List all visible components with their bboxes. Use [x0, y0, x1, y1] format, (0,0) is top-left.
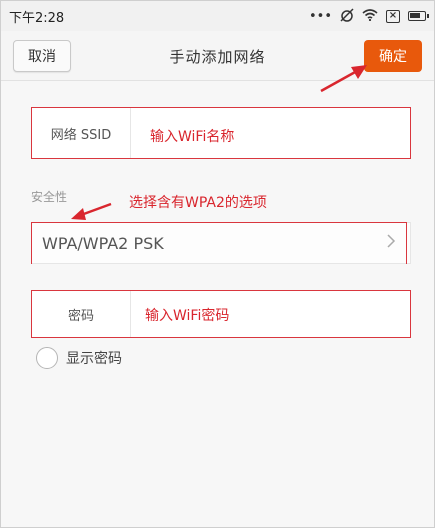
- confirm-button[interactable]: 确定: [364, 40, 422, 72]
- more-dots-icon: •••: [308, 8, 332, 24]
- security-value: WPA/WPA2 PSK: [42, 234, 164, 253]
- arrow-to-security-icon: [71, 202, 112, 220]
- alarm-muted-icon: [340, 7, 354, 25]
- show-password-toggle[interactable]: 显示密码: [36, 347, 122, 369]
- ssid-field[interactable]: 网络 SSID 输入WiFi名称: [31, 107, 411, 159]
- ssid-annotation: 输入WiFi名称: [150, 129, 235, 145]
- security-annotation: 选择含有WPA2的选项: [129, 195, 267, 211]
- password-field[interactable]: 密码 输入WiFi密码: [31, 290, 411, 338]
- password-label: 密码: [32, 291, 131, 337]
- x-box-icon: ×: [386, 9, 400, 23]
- title-bar: 取消 手动添加网络 确定: [1, 31, 434, 81]
- wifi-icon: [362, 8, 378, 24]
- password-annotation: 输入WiFi密码: [145, 308, 230, 324]
- screen: 下午2:28 ••• × 取消 手动添加网络 确定 网络 SSID 输入WiFi…: [0, 0, 435, 528]
- show-password-label: 显示密码: [66, 351, 122, 367]
- chevron-right-icon: [386, 233, 396, 254]
- status-time: 下午2:28: [9, 11, 65, 26]
- status-bar: 下午2:28 ••• ×: [1, 1, 434, 31]
- show-password-radio[interactable]: [36, 347, 58, 369]
- security-label: 安全性: [31, 190, 68, 204]
- status-icons: ••• ×: [308, 6, 429, 26]
- security-select[interactable]: WPA/WPA2 PSK: [31, 222, 411, 264]
- ssid-label: 网络 SSID: [32, 108, 131, 158]
- battery-icon: [408, 11, 429, 21]
